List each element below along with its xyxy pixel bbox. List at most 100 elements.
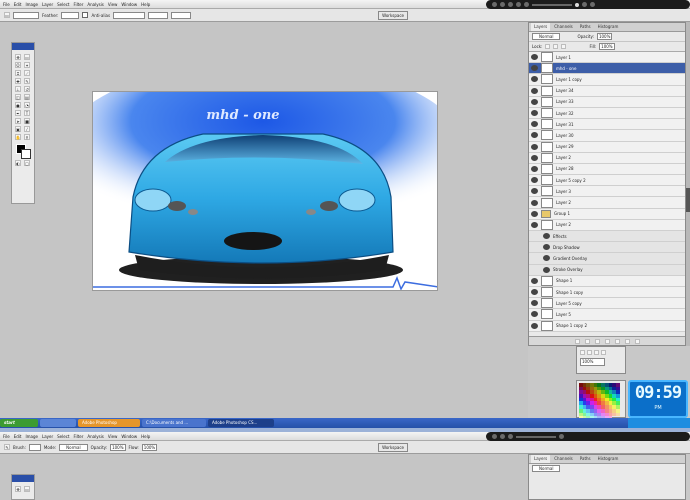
layer-row[interactable]: Layer 5 [529,309,685,321]
magic-wand-tool-icon[interactable]: ✦ [24,62,30,68]
marquee-preset-icon[interactable]: ▭ [4,12,10,18]
menu-item-edit[interactable]: Edit [14,2,22,7]
visibility-eye-icon[interactable] [531,277,538,284]
width-input[interactable] [148,11,169,19]
second-volume-slider[interactable] [516,435,556,438]
visibility-eye-icon[interactable] [531,76,538,83]
menu-item-filter[interactable]: Filter [73,2,83,7]
layer-row[interactable]: Gradient Overlay [529,253,685,265]
second-tab-channels[interactable]: Channels [551,455,576,463]
brush-tool-icon[interactable]: ✎ [24,78,30,84]
layer-row[interactable]: Layer 2 [529,219,685,231]
tab-channels[interactable]: Channels [551,23,576,31]
layer-row[interactable]: Layer 3 [529,186,685,198]
second-brush-preset-icon[interactable]: ✎ [4,444,10,450]
second-minimize-icon[interactable] [492,434,497,439]
layer-style-icon[interactable] [584,338,590,344]
quick-mask-icon[interactable]: ◐ [15,160,21,166]
second-move-tool-icon[interactable]: ✥ [15,486,21,492]
flow-input[interactable]: 100% [141,443,158,451]
layer-row[interactable]: mhd - one [529,63,685,75]
layer-row[interactable]: Layer 1 [529,52,685,64]
layer-row[interactable]: Drop Shadow [529,242,685,254]
layer-row[interactable]: Layer 32 [529,107,685,120]
layer-row[interactable]: Effects [529,231,685,243]
visibility-eye-icon[interactable] [531,65,538,72]
second-tab-histogram[interactable]: Histogram [595,455,622,463]
actual-size-icon[interactable] [601,350,606,355]
visibility-eye-icon[interactable] [531,188,538,195]
zoom-in-icon[interactable] [587,350,592,355]
fill-input[interactable]: 100% [599,43,615,50]
opacity-input[interactable]: 100% [596,33,613,40]
delete-layer-icon[interactable] [634,338,640,344]
pen-tool-icon[interactable]: ✒ [15,110,21,116]
layer-row[interactable]: Stroke Overlay [529,264,685,276]
restore-icon[interactable] [500,2,505,7]
zoom-out-icon[interactable] [580,350,585,355]
dodge-tool-icon[interactable]: ◔ [24,102,30,108]
history-brush-icon[interactable]: ↺ [24,86,30,92]
visibility-eye-icon[interactable] [543,255,550,262]
second-tab-paths[interactable]: Paths [577,455,594,463]
lasso-tool-icon[interactable]: ʘ [15,62,21,68]
volume-knob[interactable] [575,2,579,7]
style-select[interactable] [113,11,146,19]
visibility-eye-icon[interactable] [543,233,550,240]
second-menu-select[interactable]: Select [57,434,69,439]
menu-item-analysis[interactable]: Analysis [87,2,103,7]
second-workspace-button[interactable]: Workspace [378,442,408,452]
color-swatch[interactable] [615,412,620,417]
second-marquee-tool-icon[interactable]: ▭ [24,486,30,492]
lock-pixels-icon[interactable] [553,44,559,49]
screen-mode-icon[interactable]: ▢ [24,160,30,166]
start-button[interactable]: start [0,419,38,427]
menu-item-image[interactable]: Image [25,2,38,7]
mode-select[interactable]: Normal [59,443,88,451]
blend-mode-select[interactable]: Normal [532,33,561,40]
second-tab-layers[interactable]: Layers [531,455,551,463]
second-settings-icon[interactable] [559,434,564,439]
shape-tool-icon[interactable]: ■ [24,118,30,124]
hand-tool-icon[interactable]: ✋ [15,134,21,140]
opacity-input-2[interactable]: 100% [110,443,126,451]
visibility-eye-icon[interactable] [531,87,538,94]
notes-tool-icon[interactable]: ▣ [15,126,21,132]
layer-row[interactable]: Layer 5 copy [529,298,685,310]
visibility-eye-icon[interactable] [531,210,538,217]
layer-row[interactable]: Layer 30 [529,130,685,142]
visibility-eye-icon[interactable] [531,98,538,105]
second-blend-select[interactable]: Normal [532,465,561,472]
move-tool-icon[interactable]: ✥ [15,54,21,60]
adjustment-layer-icon[interactable] [604,338,610,344]
background-color[interactable] [21,149,31,159]
visibility-eye-icon[interactable] [531,143,538,150]
second-menu-window[interactable]: Window [121,434,137,439]
zoom-tool-icon[interactable]: ⚲ [24,134,30,140]
layer-row[interactable]: Layer 2 [529,197,685,209]
panel-scrollbar[interactable] [686,22,690,346]
taskbar-button-photoshop[interactable]: Adobe Photoshop [78,419,140,427]
new-group-icon[interactable] [614,338,620,344]
visibility-eye-icon[interactable] [531,300,538,307]
panel-scroll-thumb[interactable] [686,188,690,212]
layer-row[interactable]: Shape 1 copy 2 [529,320,685,332]
anti-alias-checkbox[interactable] [82,12,89,18]
second-close-icon[interactable] [508,434,513,439]
taskbar-button-explorer[interactable]: C:\Documents and ... [142,419,206,427]
layer-row[interactable]: Group 1 [529,208,685,220]
menu-item-help[interactable]: Help [141,2,150,7]
menu-icon[interactable] [590,2,595,7]
minimize-icon[interactable] [492,2,497,7]
document-canvas[interactable]: mhd - one [92,91,438,291]
crop-tool-icon[interactable]: ⌗ [15,70,21,76]
visibility-eye-icon[interactable] [531,322,538,329]
second-menu-edit[interactable]: Edit [14,434,22,439]
layer-row[interactable]: Layer 29 [529,141,685,153]
visibility-eye-icon[interactable] [531,221,538,228]
second-menu-layer[interactable]: Layer [42,434,53,439]
type-tool-icon[interactable]: T [24,110,30,116]
second-menu-file[interactable]: File [3,434,10,439]
play-icon[interactable] [516,2,521,7]
tab-paths[interactable]: Paths [577,23,594,31]
